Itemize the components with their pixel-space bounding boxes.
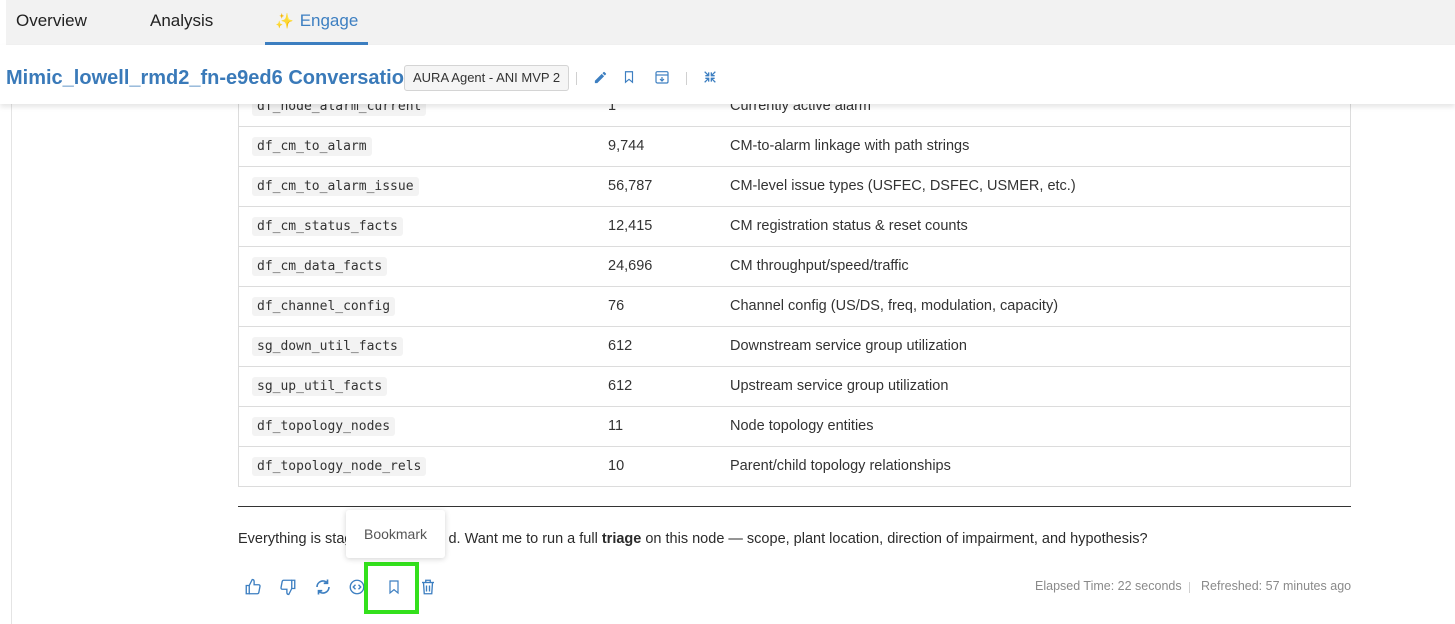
- table-desc: Node topology entities: [730, 418, 874, 434]
- agent-chip[interactable]: AURA Agent - ANI MVP 2: [404, 65, 570, 91]
- table-name: df_cm_to_alarm_issue: [252, 177, 419, 196]
- top-nav: Overview Analysis ✨ Engage: [6, 0, 1455, 45]
- table-desc: CM-to-alarm linkage with path strings: [730, 138, 970, 154]
- table-count: 612: [608, 338, 633, 354]
- sparkle-icon: ✨: [275, 13, 294, 30]
- table-desc: CM-level issue types (USFEC, DSFEC, USME…: [730, 178, 1076, 194]
- refreshed-time: Refreshed: 57 minutes ago: [1201, 579, 1352, 593]
- table-count: 24,696: [608, 258, 653, 274]
- table-count: 612: [608, 378, 633, 394]
- table-row: sg_up_util_facts 612 Upstream service grou…: [239, 366, 1350, 406]
- table-row: df_topology_node_rels 10 Parent/child topo…: [239, 446, 1350, 486]
- message-divider: [238, 506, 1351, 507]
- table-desc: Downstream service group utilization: [730, 338, 967, 354]
- message-suffix: on this node — scope, plant location, di…: [641, 531, 1148, 547]
- refresh-icon[interactable]: [310, 574, 336, 600]
- table-name: sg_up_util_facts: [252, 377, 388, 396]
- message-middle: d. Want me to run a full: [448, 531, 602, 547]
- table-row: df_cm_to_alarm_issue 56,787 CM-level issue…: [239, 166, 1350, 206]
- header-separator: [576, 72, 577, 85]
- collapse-icon[interactable]: [701, 68, 719, 86]
- thumbs-up-icon[interactable]: [240, 574, 266, 600]
- table-row: df_channel_config 76 Channel config (US/DS…: [239, 286, 1350, 326]
- bookmark-highlight-box: [364, 562, 419, 614]
- table-name: df_cm_data_facts: [252, 257, 388, 276]
- bookmark-icon[interactable]: [620, 68, 638, 86]
- table-desc: CM throughput/speed/traffic: [730, 258, 909, 274]
- table-row: df_cm_status_facts 12,415 CM registration …: [239, 206, 1350, 246]
- table-name: df_cm_to_alarm: [252, 137, 372, 156]
- table-count: 56,787: [608, 178, 653, 194]
- archive-icon[interactable]: [653, 68, 671, 86]
- table-name: df_channel_config: [252, 297, 396, 316]
- table-desc: Upstream service group utilization: [730, 378, 949, 394]
- tab-label: Engage: [299, 11, 359, 30]
- tab-engage[interactable]: ✨ Engage: [265, 0, 369, 45]
- tab-analysis[interactable]: Analysis: [150, 0, 213, 45]
- table-count: 76: [608, 298, 625, 314]
- table-count: 11: [608, 418, 624, 434]
- meta-separator: [1189, 582, 1190, 593]
- table-desc: Parent/child topology relationships: [730, 458, 951, 474]
- table-count: 9,744: [608, 138, 645, 154]
- table-name: df_topology_nodes: [252, 417, 396, 436]
- tab-label: Analysis: [150, 11, 214, 30]
- table-count: 12,415: [608, 218, 653, 234]
- table-name: sg_down_util_facts: [252, 337, 403, 356]
- pencil-icon[interactable]: [591, 68, 609, 86]
- table-name: df_topology_node_rels: [252, 457, 427, 476]
- message-prefix: Everything is stag: [238, 531, 353, 547]
- table-row: df_cm_data_facts 24,696 CM throughput/spee…: [239, 246, 1350, 286]
- table-count: 10: [608, 458, 625, 474]
- elapsed-time: Elapsed Time: 22 seconds: [1035, 579, 1182, 593]
- bookmark-tooltip: Bookmark: [346, 510, 445, 558]
- tab-overview[interactable]: Overview: [16, 0, 87, 45]
- page-title: Mimic_lowell_rmd2_fn-e9ed6 Conversation: [6, 67, 417, 89]
- table-desc: CM registration status & reset counts: [730, 218, 968, 234]
- table-desc: Channel config (US/DS, freq, modulation,…: [730, 298, 1059, 314]
- conversation-header: Mimic_lowell_rmd2_fn-e9ed6 Conversation …: [0, 45, 1455, 104]
- table-name: df_cm_status_facts: [252, 217, 403, 236]
- tab-label: Overview: [16, 11, 87, 30]
- thumbs-down-icon[interactable]: [275, 574, 301, 600]
- data-table: df_node_alarm_current 1 Currently active a…: [238, 86, 1351, 487]
- header-separator: [686, 72, 687, 85]
- table-row: df_topology_nodes 11 Node topology entitie…: [239, 406, 1350, 446]
- table-row: df_cm_to_alarm 9,744 CM-to-alarm linkage w…: [239, 126, 1350, 166]
- table-row: sg_down_util_facts 612 Downstream service …: [239, 326, 1350, 366]
- message-bold: triage: [601, 531, 642, 547]
